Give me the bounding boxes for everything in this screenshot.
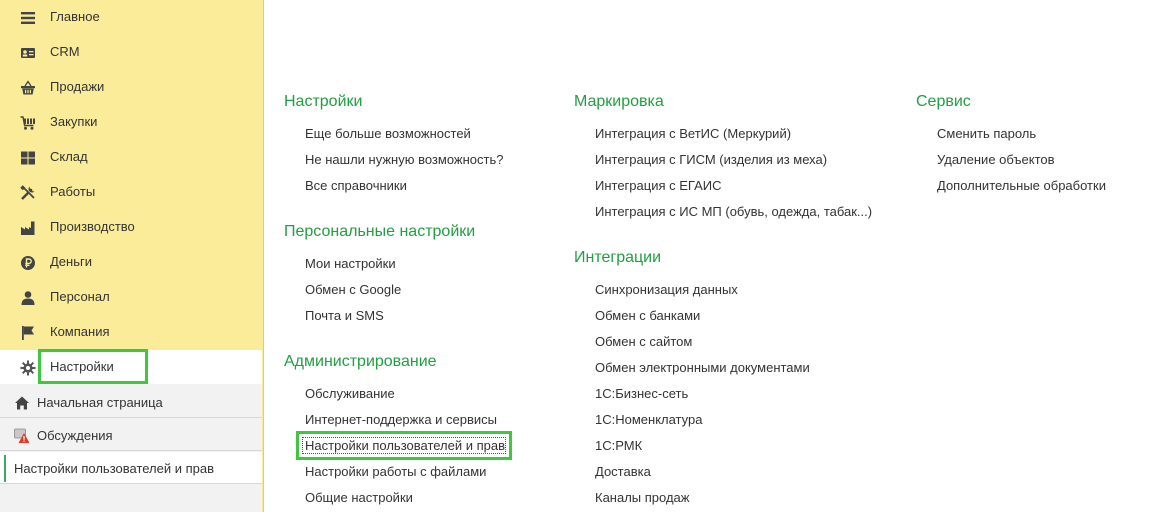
- sidebar-item-label: Склад: [50, 149, 88, 164]
- tools-icon: [20, 185, 36, 201]
- ruble-coin-icon: [20, 255, 36, 271]
- sidebar-item-money[interactable]: Деньги: [0, 245, 262, 280]
- link-vetis[interactable]: Интеграция с ВетИС (Меркурий): [595, 126, 791, 141]
- home-page-link[interactable]: Начальная страница: [0, 386, 262, 418]
- section-title-admin: Администрирование: [284, 353, 437, 370]
- link-mail-sms[interactable]: Почта и SMS: [305, 308, 384, 323]
- sidebar-item-purchases[interactable]: Закупки: [0, 105, 262, 140]
- home-icon: [14, 395, 30, 411]
- factory-icon: [20, 220, 36, 236]
- contact-card-icon: [20, 45, 36, 61]
- sidebar-item-sales[interactable]: Продажи: [0, 70, 262, 105]
- sidebar-item-crm[interactable]: CRM: [0, 35, 262, 70]
- link-is-mp[interactable]: Интеграция с ИС МП (обувь, одежда, табак…: [595, 204, 872, 219]
- home-page-label: Начальная страница: [37, 395, 163, 410]
- discussions-label: Обсуждения: [37, 428, 113, 443]
- link-google-exchange[interactable]: Обмен с Google: [305, 282, 401, 297]
- link-data-sync[interactable]: Синхронизация данных: [595, 282, 738, 297]
- sidebar-item-works[interactable]: Работы: [0, 175, 262, 210]
- sidebar-item-label: Настройки: [50, 359, 114, 374]
- link-user-rights-settings[interactable]: Настройки пользователей и прав: [305, 438, 505, 453]
- link-change-password[interactable]: Сменить пароль: [937, 126, 1036, 141]
- flag-icon: [20, 325, 36, 341]
- sidebar-item-warehouse[interactable]: Склад: [0, 140, 262, 175]
- sidebar-item-personnel[interactable]: Персонал: [0, 280, 262, 315]
- link-my-settings[interactable]: Мои настройки: [305, 256, 396, 271]
- link-general-settings[interactable]: Общие настройки: [305, 490, 413, 505]
- link-business-network[interactable]: 1С:Бизнес-сеть: [595, 386, 688, 401]
- sidebar-item-company[interactable]: Компания: [0, 315, 262, 350]
- sidebar-item-production[interactable]: Производство: [0, 210, 262, 245]
- bottom-panel: Начальная страница Обсуждения Настройки …: [0, 384, 262, 512]
- sidebar: Главное CRM Продажи Закупки Склад Работы…: [0, 0, 264, 512]
- sidebar-item-label: Продажи: [50, 79, 105, 94]
- link-sales-channels[interactable]: Каналы продаж: [595, 490, 689, 505]
- sidebar-item-label: Работы: [50, 184, 96, 199]
- link-all-catalogs[interactable]: Все справочники: [305, 178, 407, 193]
- sidebar-item-label: Главное: [50, 9, 100, 24]
- link-additional-processing[interactable]: Дополнительные обработки: [937, 178, 1106, 193]
- person-icon: [20, 290, 36, 306]
- sidebar-item-label: Закупки: [50, 114, 98, 129]
- link-rmk[interactable]: 1С:РМК: [595, 438, 642, 453]
- section-title-integrations: Интеграции: [574, 249, 662, 266]
- sidebar-item-label: CRM: [50, 44, 80, 59]
- link-internet-support[interactable]: Интернет-поддержка и сервисы: [305, 412, 497, 427]
- link-nomenclature[interactable]: 1С:Номенклатура: [595, 412, 702, 427]
- section-title-settings: Настройки: [284, 93, 363, 110]
- section-title-personal: Персональные настройки: [284, 223, 476, 240]
- link-missing-feature[interactable]: Не нашли нужную возможность?: [305, 152, 503, 167]
- link-edo-exchange[interactable]: Обмен электронными документами: [595, 360, 810, 375]
- discussions-link[interactable]: Обсуждения: [0, 419, 262, 451]
- section-title-marking: Маркировка: [574, 93, 664, 110]
- sidebar-item-main[interactable]: Главное: [0, 0, 262, 35]
- link-site-exchange[interactable]: Обмен с сайтом: [595, 334, 692, 349]
- open-window-label: Настройки пользователей и прав: [14, 461, 215, 476]
- link-file-settings[interactable]: Настройки работы с файлами: [305, 464, 486, 479]
- sidebar-item-label: Компания: [50, 324, 110, 339]
- open-window-tab[interactable]: Настройки пользователей и прав: [0, 452, 262, 484]
- sidebar-item-label: Персонал: [50, 289, 110, 304]
- discussion-warning-icon: [14, 428, 30, 444]
- link-gism[interactable]: Интеграция с ГИСМ (изделия из меха): [595, 152, 827, 167]
- link-bank-exchange[interactable]: Обмен с банками: [595, 308, 700, 323]
- gear-icon: [20, 360, 36, 376]
- menu-lines-icon: [20, 10, 36, 26]
- sidebar-item-settings[interactable]: Настройки: [0, 350, 262, 385]
- link-more-features[interactable]: Еще больше возможностей: [305, 126, 471, 141]
- link-delivery[interactable]: Доставка: [595, 464, 651, 479]
- warehouse-grid-icon: [20, 150, 36, 166]
- cart-icon: [20, 115, 36, 131]
- link-maintenance[interactable]: Обслуживание: [305, 386, 395, 401]
- basket-icon: [20, 80, 36, 96]
- active-window-marker: [4, 455, 6, 482]
- sidebar-item-label: Деньги: [50, 254, 92, 269]
- sidebar-item-label: Производство: [50, 219, 135, 234]
- link-egais[interactable]: Интеграция с ЕГАИС: [595, 178, 721, 193]
- link-delete-objects[interactable]: Удаление объектов: [937, 152, 1055, 167]
- section-title-service: Сервис: [916, 93, 971, 110]
